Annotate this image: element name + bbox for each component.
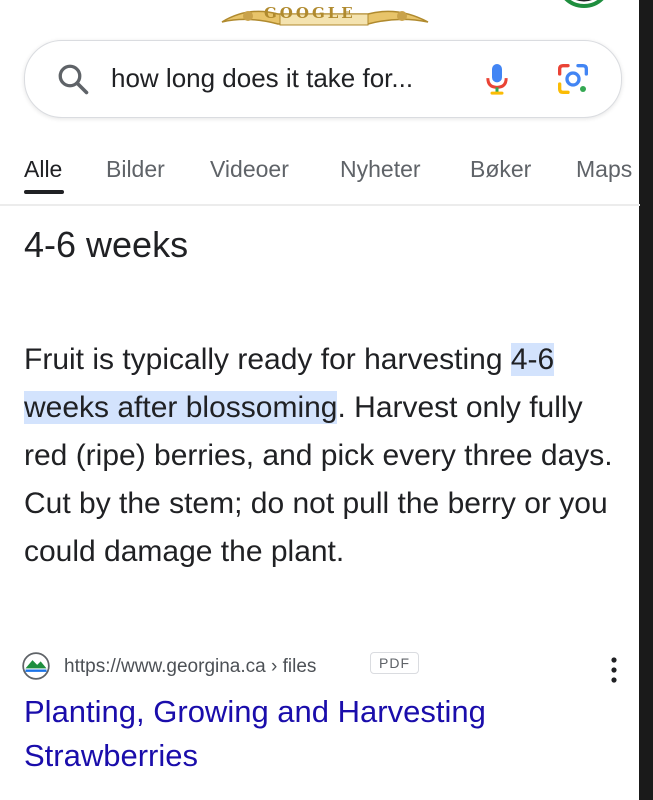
result-url[interactable]: https://www.georgina.ca › files [64,656,316,678]
result-source-row[interactable]: https://www.georgina.ca › files PDF [22,650,632,684]
tab-alle[interactable]: Alle [24,156,62,183]
search-bar[interactable]: how long does it take for... [24,40,622,118]
more-options-icon[interactable] [602,654,626,686]
tab-bilder[interactable]: Bilder [106,156,165,183]
snippet-text-before: Fruit is typically ready for harvesting [24,343,511,376]
search-icon[interactable] [55,61,91,97]
tab-maps[interactable]: Maps [576,156,632,183]
featured-answer-title: 4-6 weeks [24,224,189,265]
tabs-divider [0,204,640,206]
screen-edge [639,0,653,800]
tab-videoer[interactable]: Videoer [210,156,289,183]
search-tabs: Alle Bilder Videoer Nyheter Bøker Maps [0,148,640,204]
tab-nyheter[interactable]: Nyheter [340,156,421,183]
featured-snippet-text: Fruit is typically ready for harvesting … [24,336,628,576]
pdf-badge: PDF [370,652,419,674]
site-favicon-icon [22,652,50,680]
google-doodle-logo[interactable]: GOOGLE [218,0,432,26]
result-title-link[interactable]: Planting, Growing and Harvesting Strawbe… [24,690,584,778]
account-avatar[interactable] [556,0,612,14]
google-lens-icon[interactable] [553,59,593,99]
tab-boker[interactable]: Bøker [470,156,531,183]
active-tab-indicator [24,190,64,194]
doodle-text: GOOGLE [264,4,356,22]
avatar-ring-icon [564,0,604,8]
microphone-icon[interactable] [477,59,517,99]
search-input[interactable]: how long does it take for... [111,63,413,94]
